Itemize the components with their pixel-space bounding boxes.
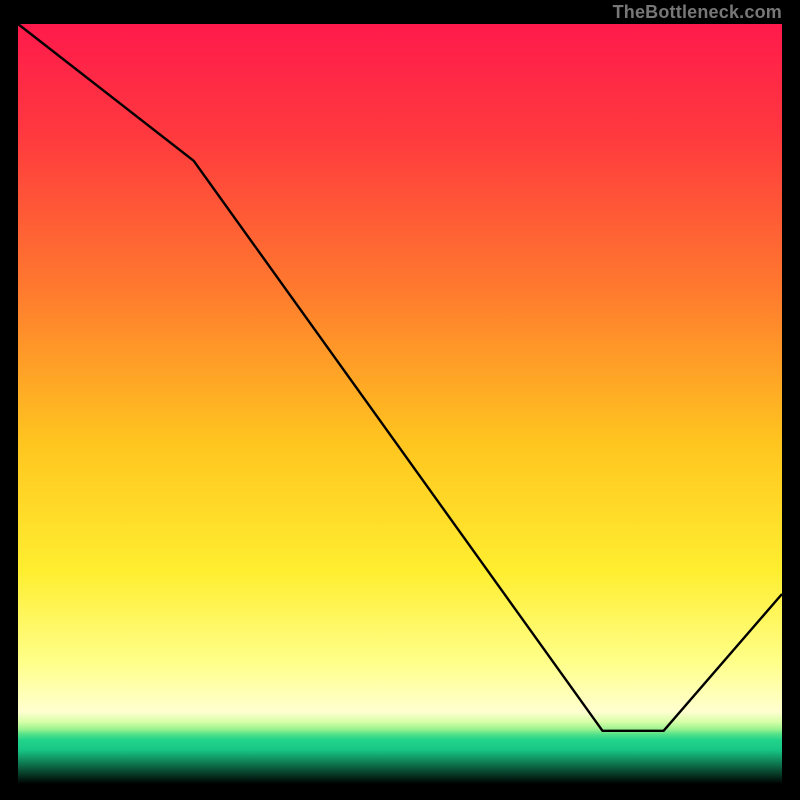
bottleneck-chart: [0, 0, 800, 800]
chart-plot-area: [18, 24, 782, 784]
chart-container: { "watermark": "TheBottleneck.com", "ann…: [0, 0, 800, 800]
watermark-text: TheBottleneck.com: [613, 2, 782, 23]
